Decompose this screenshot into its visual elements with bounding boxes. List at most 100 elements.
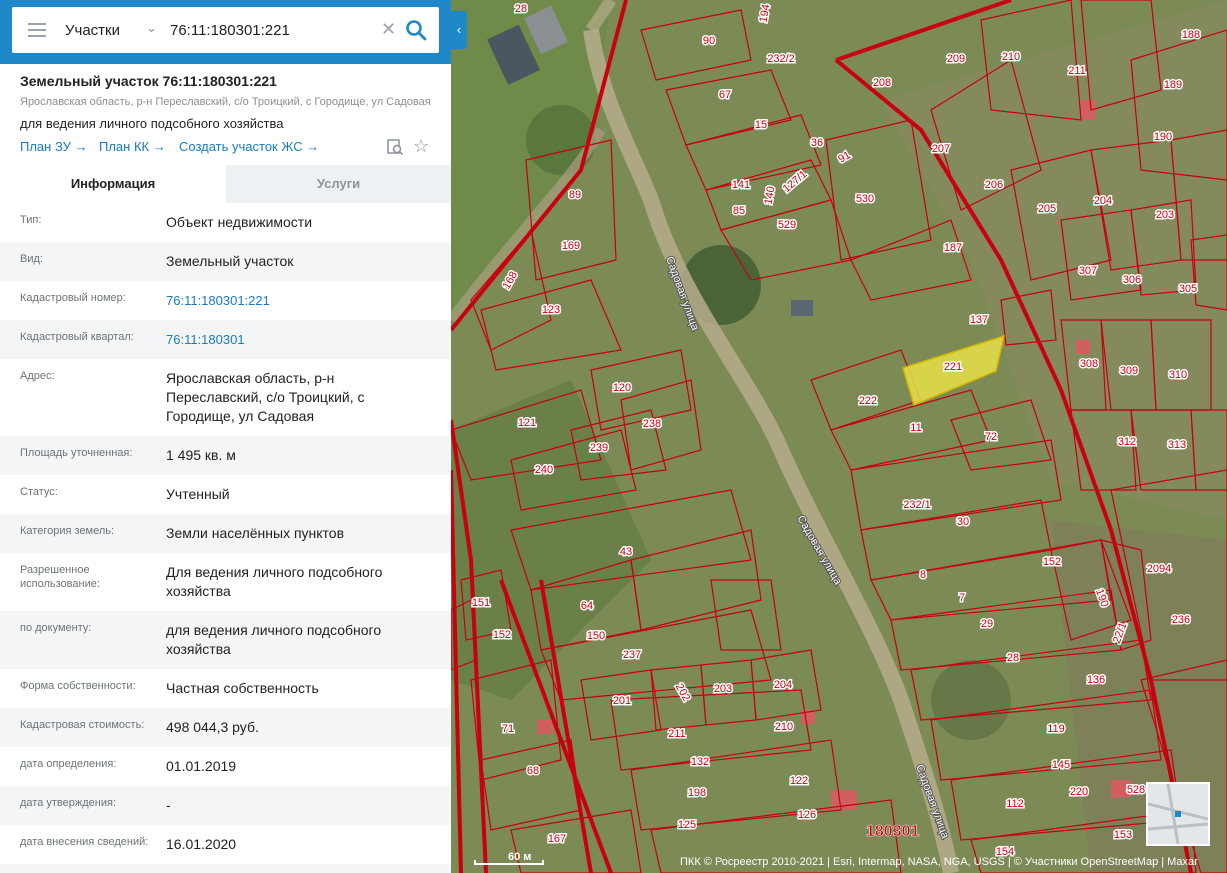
parcel-label[interactable]: 2094 [1145,562,1172,577]
parcel-label[interactable]: 204 [772,678,793,693]
parcel-label[interactable]: 85 [731,204,746,219]
parcel-label[interactable]: 68 [525,764,540,779]
parcel-label[interactable]: 150 [585,629,606,644]
parcel-label[interactable]: 204 [1092,194,1113,209]
parcel-label[interactable]: 125 [676,818,697,833]
map-view[interactable]: 28 194 90 232/2 209 210 211 188 67 208 189 15 36 207 1… [451,0,1227,873]
parcel-label[interactable]: 205 [1036,202,1057,217]
plan-kk-link[interactable]: План КК → [99,139,166,154]
parcel-label[interactable]: 188 [1180,28,1201,43]
parcel-label[interactable]: 145 [1050,758,1071,773]
parcel-label[interactable]: 305 [1177,282,1198,297]
parcel-label[interactable]: 132 [689,755,710,770]
parcel-label[interactable]: 167 [546,832,567,847]
parcel-label[interactable]: 528 [1125,783,1146,798]
tab-info[interactable]: Информация [0,165,226,203]
parcel-label[interactable]: 222 [857,394,878,409]
info-row-link[interactable]: 76:11:180301:221 [166,291,436,310]
star-icon[interactable]: ☆ [413,136,429,156]
minimap[interactable] [1146,782,1210,846]
parcel-label[interactable]: 126 [796,808,817,823]
parcel-label[interactable]: 187 [942,241,963,256]
parcel-label[interactable]: 211 [1067,64,1088,79]
parcel-label[interactable]: 120 [611,381,632,396]
parcel-label[interactable]: 121 [516,416,537,431]
parcel-label[interactable]: 67 [717,88,732,103]
info-row-link[interactable]: 76:11:180301 [166,330,436,349]
parcel-label[interactable]: 210 [773,720,794,735]
parcel-label[interactable]: 236 [1170,613,1191,628]
info-row-key: Статус: [20,486,58,498]
parcel-label[interactable]: 15 [753,118,768,133]
parcel-label[interactable]: 153 [1112,828,1133,843]
parcel-label[interactable]: 137 [968,313,989,328]
parcel-label[interactable]: 30 [955,515,970,530]
parcel-label[interactable]: 232/2 [766,52,797,67]
parcel-label[interactable]: 221 [942,360,963,375]
plan-zu-link[interactable]: План ЗУ → [20,139,88,154]
parcel-label[interactable]: 122 [788,774,809,789]
parcel-label[interactable]: 237 [621,648,642,663]
parcel-label[interactable]: 203 [1154,208,1175,223]
parcel-label[interactable]: 309 [1118,364,1139,379]
parcel-label[interactable]: 141 [730,178,751,193]
parcel-label[interactable]: 208 [871,76,892,91]
parcel-label[interactable]: 136 [1085,673,1106,688]
parcel-label[interactable]: 190 [1152,130,1173,145]
collapse-panel-button[interactable]: ‹ [451,11,467,49]
parcel-label[interactable]: 529 [776,218,797,233]
parcel-label[interactable]: 169 [560,239,581,254]
parcel-label[interactable]: 240 [533,463,554,478]
parcel-label[interactable]: 239 [588,441,609,456]
layer-select[interactable]: Участки ⌄ [60,7,172,53]
parcel-label[interactable]: 119 [1046,722,1067,737]
parcel-label[interactable]: 232/1 [902,498,933,513]
parcel-label[interactable]: 312 [1116,435,1137,450]
parcel-label[interactable]: 201 [611,694,632,709]
tab-services[interactable]: Услуги [226,165,451,203]
parcel-label[interactable]: 210 [1000,50,1021,65]
parcel-label[interactable]: 207 [930,142,951,157]
parcel-label[interactable]: 11 [909,421,923,436]
parcel-label[interactable]: 198 [686,786,707,801]
create-zs-link[interactable]: Создать участок ЖС → [179,139,319,154]
parcel-label[interactable]: 71 [500,722,515,737]
parcel-label[interactable]: 28 [1005,651,1020,666]
parcel-label[interactable]: 306 [1121,273,1142,288]
parcel-label[interactable]: 64 [579,599,594,614]
parcel-label[interactable]: 189 [1162,78,1183,93]
parcel-label[interactable]: 152 [1041,555,1062,570]
parcel-label[interactable]: 72 [983,430,998,445]
parcel-label[interactable]: 307 [1077,264,1098,279]
info-row: Кадастровый квартал: 76:11:180301 [0,320,451,359]
map-canvas[interactable]: 28 19490232/2 209 21021118867208 1891536 2071… [451,0,1227,873]
parcel-label[interactable]: 29 [979,617,994,632]
parcel-label[interactable]: 36 [809,136,824,151]
parcel-label[interactable]: 310 [1167,368,1188,383]
hamburger-menu-icon[interactable] [28,23,46,37]
parcel-label[interactable]: 151 [470,596,491,611]
parcel-label[interactable]: 28 [513,2,528,17]
search-document-icon[interactable] [386,138,404,156]
search-input[interactable] [170,16,380,44]
parcel-label[interactable]: 203 [712,682,733,697]
parcel-label[interactable]: 313 [1166,438,1187,453]
parcel-label[interactable]: 89 [567,188,582,203]
parcel-label[interactable]: 211 [667,727,688,742]
parcel-label[interactable]: 308 [1078,357,1099,372]
info-row-key: Категория земель: [20,525,115,537]
parcel-label[interactable]: 220 [1068,785,1089,800]
parcel-label[interactable]: 152 [491,628,512,643]
parcel-label[interactable]: 7 [957,591,966,606]
parcel-label[interactable]: 90 [701,34,716,49]
parcel-label[interactable]: 209 [945,52,966,67]
parcel-label[interactable]: 43 [618,545,633,560]
parcel-label[interactable]: 123 [540,303,561,318]
search-icon[interactable] [405,19,427,41]
parcel-label[interactable]: 206 [983,178,1004,193]
parcel-label[interactable]: 112 [1005,797,1026,812]
parcel-label[interactable]: 238 [641,417,662,432]
clear-icon[interactable]: ✕ [381,19,396,39]
parcel-label[interactable]: 8 [918,568,927,583]
parcel-label[interactable]: 530 [854,192,875,207]
